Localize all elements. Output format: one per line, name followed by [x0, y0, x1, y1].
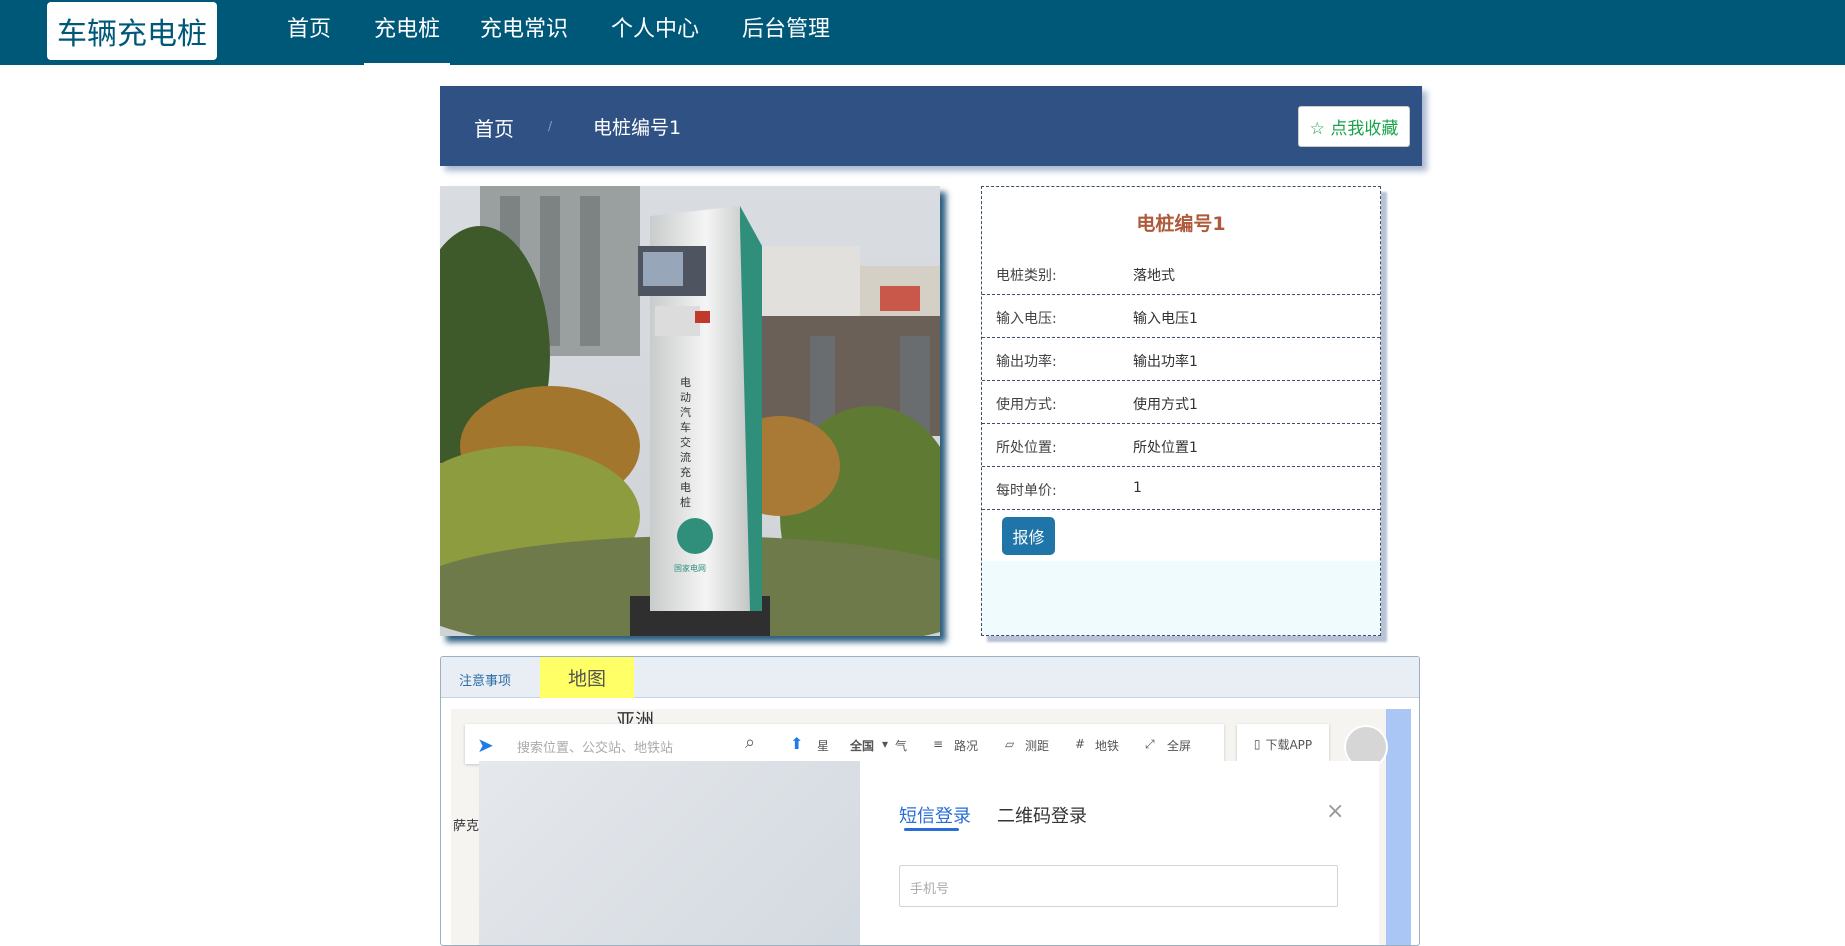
- detail-value: 输入电压1: [1133, 311, 1198, 327]
- breadcrumb: 首页 / 电桩编号1 ☆ 点我收藏: [440, 86, 1422, 166]
- detail-value: 所处位置1: [1133, 440, 1198, 456]
- map-tool-star[interactable]: 星: [817, 737, 829, 754]
- repair-button[interactable]: 报修: [1002, 517, 1055, 555]
- pile-sign-text: 电: [680, 376, 691, 389]
- charging-pile-photo: 电 动 汽 车 交 流 充 电 桩 国家电网: [440, 186, 940, 636]
- detail-value: 使用方式1: [1133, 397, 1198, 413]
- ruler-icon: ▱: [1005, 737, 1015, 751]
- svg-text:充: 充: [680, 465, 691, 479]
- tab-map[interactable]: 地图: [540, 657, 634, 698]
- login-dialog: 短信登录 二维码登录 × 手机号: [479, 761, 1379, 945]
- breadcrumb-home[interactable]: 首页: [474, 113, 514, 142]
- nav-item-charging-pile[interactable]: 充电桩: [364, 0, 450, 65]
- detail-key: 使用方式:: [996, 397, 1057, 413]
- svg-text:车: 车: [680, 420, 691, 434]
- site-logo[interactable]: 车辆充电桩: [47, 2, 217, 60]
- pile-detail-panel: 电桩编号1 电桩类别: 落地式 输入电压: 输入电压1 输出功率: 输出功率1 …: [981, 186, 1381, 636]
- chevron-down-icon: ▾: [882, 737, 889, 751]
- subway-icon: #: [1075, 737, 1086, 751]
- close-icon[interactable]: ×: [1326, 799, 1344, 824]
- phone-input[interactable]: 手机号: [899, 865, 1338, 907]
- svg-text:流: 流: [680, 450, 691, 464]
- fullscreen-icon: ⤢: [1145, 737, 1155, 751]
- detail-key: 所处位置:: [996, 440, 1057, 456]
- map-tool-subway[interactable]: 地铁: [1095, 737, 1119, 754]
- breadcrumb-separator: /: [548, 119, 553, 133]
- detail-row: 输出功率: 输出功率1: [982, 338, 1380, 381]
- map-tool-traffic[interactable]: 路况: [954, 737, 978, 754]
- detail-row: 电桩类别: 落地式: [982, 252, 1380, 295]
- tab-notice[interactable]: 注意事项: [459, 670, 511, 689]
- pile-brand: 国家电网: [674, 563, 706, 573]
- map-toolbar: ➤ 搜索位置、公交站、地铁站 ⌕ ⬆ 星 全国 ▾ 气 ≡ 路况 ▱ 测距 # …: [465, 724, 1224, 764]
- svg-text:汽: 汽: [680, 405, 691, 419]
- breadcrumb-current: 电桩编号1: [593, 117, 682, 139]
- route-icon[interactable]: ⬆: [790, 734, 803, 753]
- map-tool-measure[interactable]: 测距: [1025, 737, 1049, 754]
- map-label-sak: 萨克: [453, 819, 480, 834]
- tab-panel: 注意事项 地图 亚洲 萨克 ➤ 搜索位置、公交站、地铁站 ⌕ ⬆ 星 全国 ▾ …: [440, 656, 1420, 946]
- svg-text:电: 电: [680, 481, 691, 494]
- detail-key: 输入电压:: [996, 311, 1057, 327]
- detail-key: 电桩类别:: [996, 268, 1057, 284]
- detail-row: 所处位置: 所处位置1: [982, 424, 1380, 467]
- pile-title: 电桩编号1: [1136, 213, 1226, 235]
- nav-item-admin[interactable]: 后台管理: [742, 0, 830, 65]
- detail-row: 使用方式: 使用方式1: [982, 381, 1380, 424]
- search-icon[interactable]: ⌕: [745, 732, 755, 753]
- tab-sms-login[interactable]: 短信登录: [899, 802, 971, 828]
- login-illustration: [479, 761, 860, 945]
- download-app-button[interactable]: ▯ 下载APP: [1237, 724, 1329, 764]
- phone-icon: ▯: [1253, 737, 1261, 751]
- map-view[interactable]: 亚洲 萨克 ➤ 搜索位置、公交站、地铁站 ⌕ ⬆ 星 全国 ▾ 气 ≡ 路况 ▱…: [451, 709, 1411, 945]
- svg-text:交: 交: [680, 435, 691, 449]
- svg-text:桩: 桩: [680, 495, 691, 509]
- detail-key: 每时单价:: [996, 483, 1057, 499]
- tab-qr-login[interactable]: 二维码登录: [997, 802, 1087, 828]
- map-search-input[interactable]: 搜索位置、公交站、地铁站: [517, 737, 673, 756]
- map-tool-fullscreen[interactable]: 全屏: [1167, 737, 1191, 754]
- nav-item-charging-knowledge[interactable]: 充电常识: [480, 0, 568, 65]
- detail-row: 输入电压: 输入电压1: [982, 295, 1380, 338]
- map-tool-region[interactable]: 全国: [850, 737, 874, 754]
- traffic-icon: ≡: [933, 737, 944, 751]
- top-navbar: 车辆充电桩 首页 充电桩 充电常识 个人中心 后台管理: [0, 0, 1845, 65]
- detail-value: 输出功率1: [1133, 354, 1198, 370]
- detail-key: 输出功率:: [996, 354, 1057, 370]
- map-logo-icon: ➤: [477, 733, 494, 757]
- tab-header: 注意事项 地图: [441, 657, 1419, 698]
- map-water-area: [1386, 709, 1411, 945]
- detail-value: 1: [1133, 480, 1142, 496]
- svg-text:动: 动: [680, 391, 691, 404]
- download-app-label: 下载APP: [1265, 737, 1313, 752]
- map-tool-weather[interactable]: 气: [895, 737, 907, 754]
- detail-value: 落地式: [1133, 268, 1175, 284]
- nav-item-home[interactable]: 首页: [287, 0, 331, 65]
- detail-row: 每时单价: 1: [982, 467, 1380, 510]
- nav-item-personal-center[interactable]: 个人中心: [611, 0, 699, 65]
- active-tab-indicator: [904, 828, 959, 831]
- favorite-button[interactable]: ☆ 点我收藏: [1298, 106, 1410, 147]
- pile-detail-content: 电桩编号1 电桩类别: 落地式 输入电压: 输入电压1 输出功率: 输出功率1 …: [982, 187, 1380, 561]
